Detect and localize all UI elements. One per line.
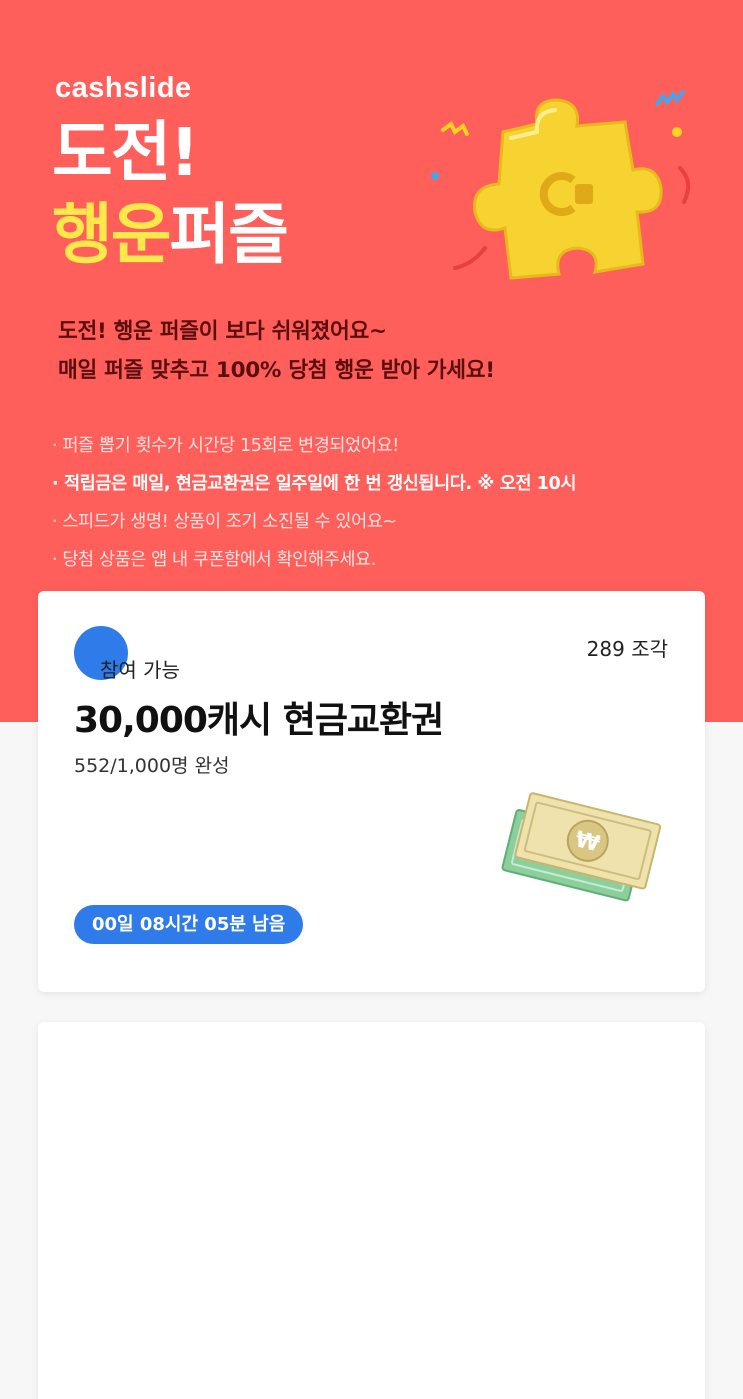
notice-item: · 당첨 상품은 앱 내 쿠폰함에서 확인해주세요. [52,550,376,570]
notice-item: · 적립금은 매일, 현금교환권은 일주일에 한 번 갱신됩니다. ※ 오전 1… [52,474,577,494]
title-highlight: 행운 [52,196,171,273]
time-remaining-badge: 00일 08시간 05분 남음 [74,905,304,944]
subtitle-line1: 도전! 행운 퍼즐이 보다 쉬워졌어요~ [58,319,387,344]
puzzle-piece-icon [431,90,691,280]
title-rest: 퍼즐 [169,196,288,273]
prize-title: 30,000캐시 현금교환권 [74,700,444,741]
subtitle-line2: 매일 퍼즐 맞추고 100% 당첨 행운 받아 가세요! [58,358,495,383]
notice-list: · 퍼즐 뽑기 횟수가 시간당 15회로 변경되었어요! · 적립금은 매일, … [52,432,722,584]
prize-card[interactable]: 참여 가능 289 조각 30,000캐시 현금교환권 552/1,000명 완… [38,591,705,992]
page-title-line1: 도전! [52,114,200,191]
brand-logo: cashslide [55,72,192,104]
notice-item: · 퍼즐 뽑기 횟수가 시간당 15회로 변경되었어요! [52,436,399,456]
prize-card-placeholder [38,1022,705,1399]
page-title-line2: 행운퍼즐 [52,202,289,268]
banknote-icon: ₩ [501,792,662,902]
status-label: 참여 가능 [100,658,180,682]
notice-item: · 스피드가 생명! 상품이 조기 소진될 수 있어요~ [52,512,397,532]
completion-count: 552/1,000명 완성 [74,755,230,777]
piece-count: 289 조각 [586,637,668,661]
